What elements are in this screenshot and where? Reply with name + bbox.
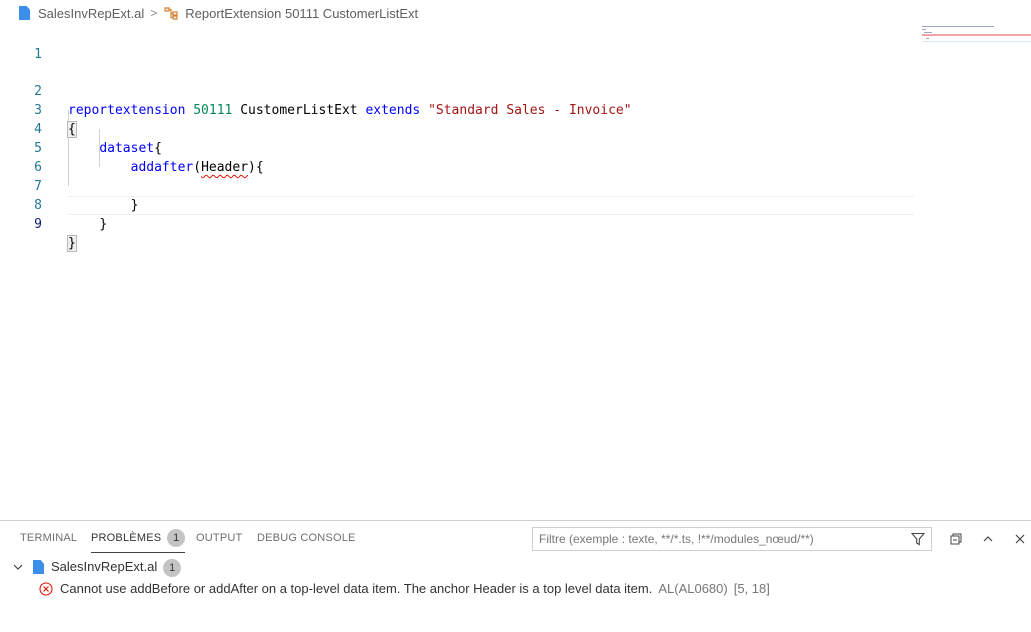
code-line[interactable]: 1 — [0, 26, 914, 62]
code-line[interactable]: 6 — [0, 139, 914, 175]
code-line[interactable]: 3 { — [0, 82, 914, 138]
minimap-line — [922, 29, 926, 30]
chevron-down-icon[interactable] — [13, 562, 23, 572]
code-line[interactable]: 2 reportextension 50111 CustomerListExt … — [0, 63, 914, 118]
line-number: 1 — [34, 47, 42, 62]
minimap-line — [926, 38, 929, 39]
breadcrumb-symbol[interactable]: ReportExtension 50111 CustomerListExt — [185, 6, 418, 21]
tab-debug-console[interactable]: DEBUG CONSOLE — [257, 532, 356, 544]
code-editor[interactable]: 1 2 reportextension 50111 CustomerListEx… — [0, 26, 1031, 520]
minimap-line — [922, 26, 994, 27]
filter-icon[interactable] — [911, 532, 925, 546]
error-icon — [39, 582, 53, 596]
code-line[interactable]: 8 } — [0, 177, 914, 232]
maximize-panel-button[interactable] — [979, 530, 997, 548]
breadcrumb-separator: > — [150, 6, 158, 20]
close-panel-button[interactable] — [1011, 530, 1029, 548]
breadcrumb: SalesInvRepExt.al > ReportExtension 5011… — [0, 0, 1031, 26]
brace-token: } — [99, 217, 108, 232]
minimap[interactable] — [920, 24, 1031, 46]
minimap-viewport — [922, 41, 1031, 42]
tab-problems[interactable]: PROBLÈMES 1 — [91, 529, 186, 553]
chevron-up-icon — [983, 536, 993, 542]
problems-file-label: SalesInvRepExt.al 1 — [51, 556, 182, 578]
line-number: 9 — [34, 217, 42, 232]
file-icon — [19, 6, 30, 20]
code-line[interactable]: 4 dataset{ — [0, 101, 914, 156]
problems-file-name: SalesInvRepExt.al — [51, 559, 158, 574]
filter-placeholder: Filtre (exemple : texte, **/*.ts, !**/mo… — [539, 532, 814, 546]
problem-message: Cannot use addBefore or addAfter on a to… — [60, 581, 653, 596]
problem-code: AL(AL0680) — [658, 581, 728, 596]
collapse-all-icon — [950, 533, 962, 545]
code-line[interactable]: 9 } — [0, 196, 914, 252]
tab-terminal[interactable]: TERMINAL — [20, 532, 77, 544]
collapse-all-button[interactable] — [947, 530, 965, 548]
problems-count-badge: 1 — [167, 529, 186, 547]
tab-output[interactable]: OUTPUT — [196, 532, 242, 544]
minimap-error-marker — [922, 34, 1031, 36]
bottom-panel: TERMINAL PROBLÈMES 1 OUTPUT DEBUG CONSOLE… — [0, 520, 1031, 632]
breadcrumb-file[interactable]: SalesInvRepExt.al — [38, 6, 144, 21]
file-icon — [33, 560, 44, 574]
matching-brace: } — [67, 235, 77, 252]
problem-text: Cannot use addBefore or addAfter on a to… — [60, 578, 770, 600]
problem-location: [5, 18] — [733, 581, 770, 596]
problems-filter-input[interactable]: Filtre (exemple : texte, **/*.ts, !**/mo… — [532, 527, 932, 551]
symbol-class-icon — [164, 7, 178, 20]
close-icon — [1015, 534, 1025, 544]
code-line[interactable]: 5 addafter(Header){ — [0, 120, 914, 175]
minimap-line — [924, 32, 932, 33]
file-problems-count-badge: 1 — [163, 558, 182, 577]
tab-problems-label: PROBLÈMES — [91, 531, 162, 544]
problems-file-row[interactable]: SalesInvRepExt.al 1 — [0, 556, 1031, 578]
problem-item[interactable]: Cannot use addBefore or addAfter on a to… — [0, 578, 1031, 600]
line-text: } — [68, 215, 107, 234]
line-text: } — [67, 234, 77, 253]
active-tab-indicator — [91, 552, 186, 553]
panel-tabs: TERMINAL PROBLÈMES 1 OUTPUT DEBUG CONSOLE… — [0, 521, 1031, 557]
code-line[interactable]: 7 } — [0, 158, 914, 213]
